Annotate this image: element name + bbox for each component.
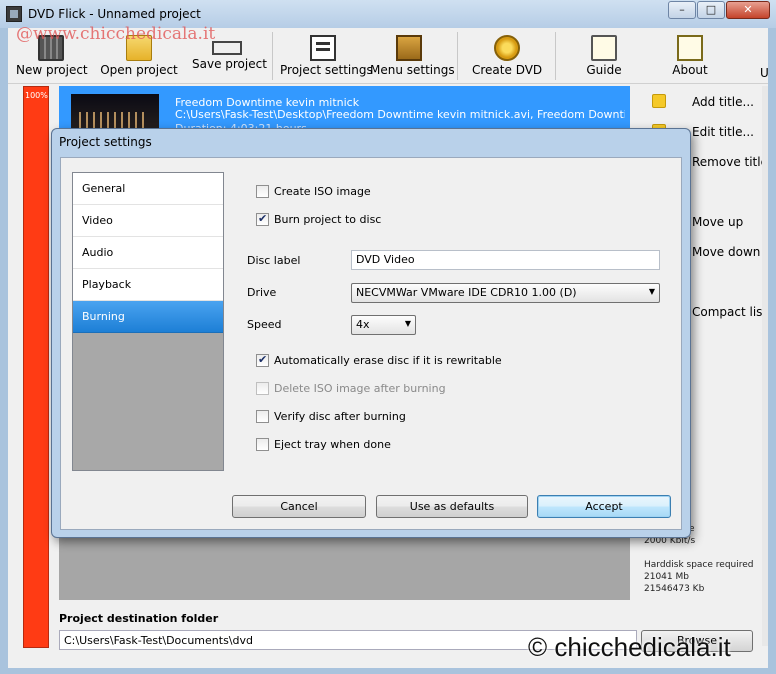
delete-iso-label: Delete ISO image after burning <box>274 382 446 395</box>
minimize-button[interactable]: – <box>668 1 696 19</box>
verify-disc-label: Verify disc after burning <box>274 410 406 423</box>
progress-percent: 100% <box>25 91 48 100</box>
checkbox-box <box>256 438 269 451</box>
toolbar-separator <box>555 32 556 80</box>
move-up-label: Move up <box>692 215 744 229</box>
eject-tray-label: Eject tray when done <box>274 438 391 451</box>
harddisk-label: Harddisk space required <box>644 560 754 570</box>
speed-select[interactable]: 4x ▼ <box>351 315 416 335</box>
remove-title-label: Remove title <box>692 155 768 169</box>
settings-category-list: General Video Audio Playback Burning <box>72 172 224 471</box>
chevron-down-icon: ▼ <box>648 287 655 296</box>
add-icon <box>652 94 666 108</box>
about-button[interactable]: About <box>660 31 720 83</box>
disc-label-input[interactable]: DVD Video <box>351 250 660 270</box>
nav-item-general[interactable]: General <box>73 173 223 205</box>
chevron-down-icon: ▼ <box>404 319 411 328</box>
checkbox-box <box>256 382 269 395</box>
speed-select-value: 4x <box>356 318 370 331</box>
nav-item-burning[interactable]: Burning <box>73 301 223 333</box>
nav-item-video[interactable]: Video <box>73 205 223 237</box>
drive-select-value: NECVMWar VMware IDE CDR10 1.00 (D) <box>356 286 577 299</box>
cancel-button[interactable]: Cancel <box>232 495 366 518</box>
dialog-body: General Video Audio Playback Burning Cre… <box>60 157 682 530</box>
checkbox-box <box>256 212 269 226</box>
drive-select[interactable]: NECVMWar VMware IDE CDR10 1.00 (D) ▼ <box>351 283 660 303</box>
guide-label: Guide <box>586 63 622 77</box>
project-settings-button[interactable]: Project settings <box>280 31 373 83</box>
checkbox-box <box>256 410 269 423</box>
menu-settings-label: Menu settings <box>370 63 455 77</box>
harddisk-mb: 21041 Mb <box>644 572 689 582</box>
use-as-defaults-button[interactable]: Use as defaults <box>376 495 528 518</box>
disc-label-label: Disc label <box>247 254 301 267</box>
burn-to-disc-label: Burn project to disc <box>274 213 382 226</box>
window-title: DVD Flick - Unnamed project <box>28 7 201 21</box>
project-settings-dialog: Project settings General Video Audio Pla… <box>51 128 691 538</box>
destination-folder-label: Project destination folder <box>59 612 219 625</box>
settings-icon <box>310 35 336 61</box>
toolbar-separator <box>272 32 273 80</box>
title-source-path: C:\Users\Fask-Test\Desktop\Freedom Downt… <box>175 108 625 121</box>
watermark-bottom: © chicchedicala.it <box>528 632 731 662</box>
save-icon <box>212 41 242 55</box>
dialog-title: Project settings <box>59 135 152 149</box>
window-controls: – □ ✕ <box>668 1 770 19</box>
move-down-label: Move down <box>692 245 761 259</box>
new-project-label: New project <box>16 63 88 77</box>
guide-button[interactable]: Guide <box>574 31 634 83</box>
add-title-label: Add title... <box>692 95 754 109</box>
drive-label: Drive <box>247 286 277 299</box>
create-dvd-label: Create DVD <box>472 63 543 77</box>
create-dvd-button[interactable]: Create DVD <box>472 31 542 83</box>
gears-icon <box>494 35 520 61</box>
nav-item-audio[interactable]: Audio <box>73 237 223 269</box>
checkbox-box <box>256 353 269 367</box>
menu-settings-button[interactable]: Menu settings <box>370 31 455 83</box>
speed-label: Speed <box>247 318 282 331</box>
accept-button[interactable]: Accept <box>537 495 671 518</box>
create-iso-label: Create ISO image <box>274 185 371 198</box>
harddisk-kb: 21546473 Kb <box>644 584 705 594</box>
update-button-fragment[interactable]: U <box>760 66 769 80</box>
about-icon <box>677 35 703 61</box>
open-project-label: Open project <box>100 63 178 77</box>
edit-title-label: Edit title... <box>692 125 754 139</box>
auto-erase-label: Automatically erase disc if it is rewrit… <box>274 354 502 367</box>
dvdflick-app-icon <box>6 6 22 22</box>
compact-list-label: Compact list <box>692 305 768 319</box>
project-settings-label: Project settings <box>280 63 373 77</box>
dvd-size-progress-bar: 100% <box>23 86 49 648</box>
watermark-top: @www.chicchedicala.it <box>16 24 216 44</box>
add-title-button[interactable]: Add title... <box>644 92 768 112</box>
nav-item-playback[interactable]: Playback <box>73 269 223 301</box>
close-button[interactable]: ✕ <box>726 1 770 19</box>
right-panel-edge <box>762 86 768 646</box>
checkbox-box <box>256 185 269 198</box>
maximize-button[interactable]: □ <box>697 1 725 19</box>
save-project-label: Save project <box>192 57 267 71</box>
guide-icon <box>591 35 617 61</box>
menu-icon <box>396 35 422 61</box>
about-label: About <box>672 63 708 77</box>
toolbar-separator <box>457 32 458 80</box>
